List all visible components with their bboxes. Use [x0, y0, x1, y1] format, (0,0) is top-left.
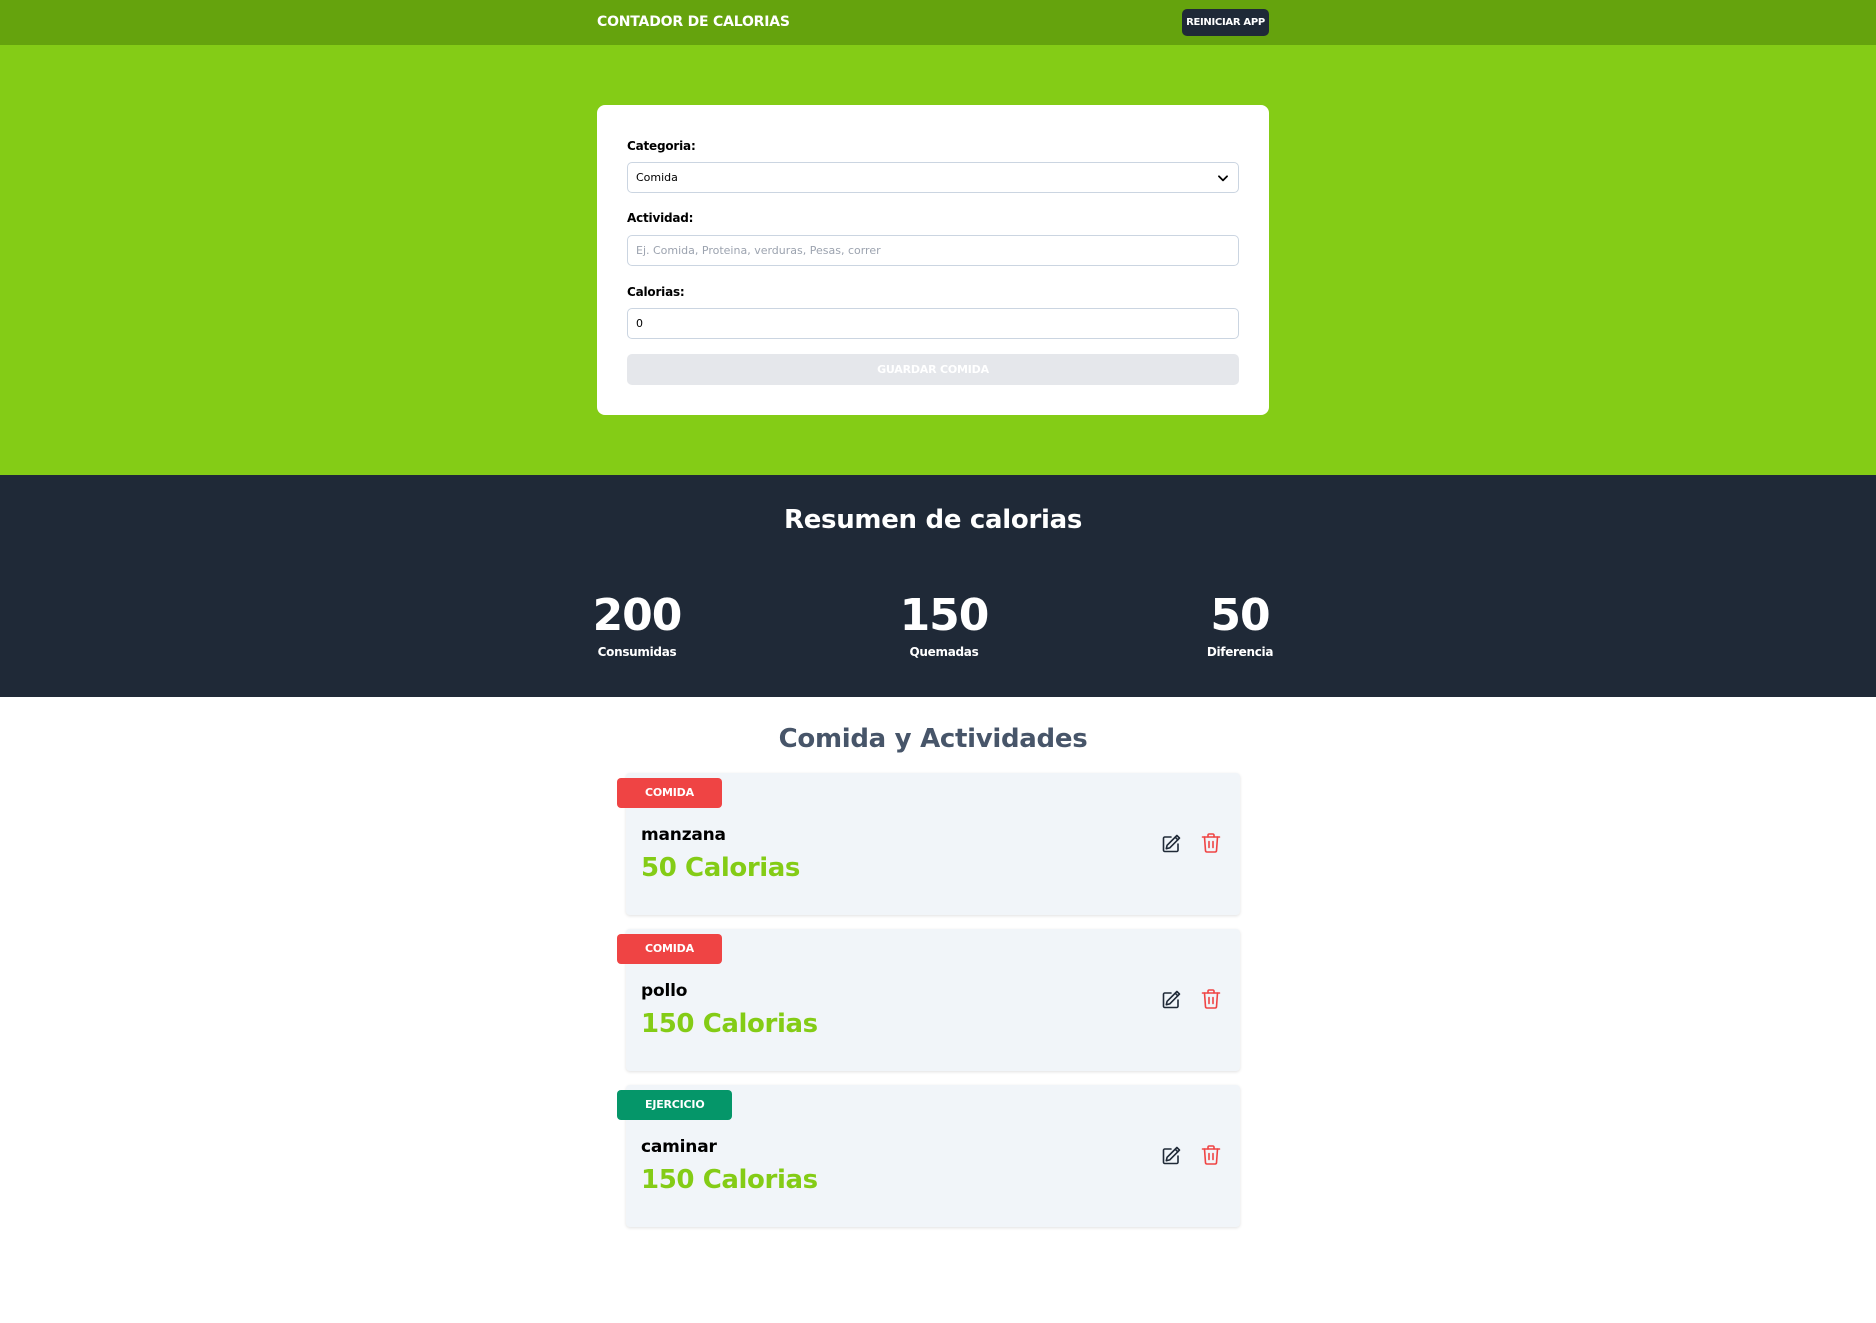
category-label: Categoria:: [627, 139, 696, 153]
calorie-summary: Resumen de calorias 200 Consumidas 150 Q…: [0, 475, 1876, 697]
trash-icon: [1201, 989, 1221, 1009]
category-selected-value: Comida: [636, 171, 678, 184]
app-title: CONTADOR DE CALORIAS: [597, 14, 790, 30]
activity-form: Categoria: Comida Actividad: Calorias: G…: [597, 105, 1269, 415]
delete-button[interactable]: [1199, 987, 1223, 1011]
app-header: CONTADOR DE CALORIAS REINICIAR APP: [0, 0, 1876, 45]
calories-label: Calorias:: [627, 285, 685, 299]
activity-label: Actividad:: [627, 211, 694, 225]
item-name: caminar: [641, 1137, 717, 1157]
item-calories: 50 Calorias: [641, 853, 800, 883]
form-section: Categoria: Comida Actividad: Calorias: G…: [0, 45, 1876, 475]
delete-button[interactable]: [1199, 831, 1223, 855]
edit-button[interactable]: [1160, 1143, 1184, 1167]
consumed-stat: 200 Consumidas: [577, 590, 697, 660]
trash-icon: [1201, 1145, 1221, 1165]
category-badge: EJERCICIO: [617, 1090, 733, 1120]
pencil-square-icon: [1162, 990, 1181, 1009]
activity-input[interactable]: [627, 235, 1239, 266]
edit-button[interactable]: [1160, 831, 1184, 855]
list-item: EJERCICIO caminar 150 Calorias: [617, 1085, 1240, 1227]
consumed-value: 200: [592, 590, 683, 641]
edit-button[interactable]: [1160, 987, 1184, 1011]
difference-value: 50: [1210, 590, 1270, 641]
list-item: COMIDA manzana 50 Calorias: [617, 773, 1240, 915]
category-badge: COMIDA: [617, 934, 722, 964]
summary-title: Resumen de calorias: [783, 505, 1082, 535]
pencil-square-icon: [1162, 1146, 1181, 1165]
pencil-square-icon: [1162, 834, 1181, 853]
list-item: COMIDA pollo 150 Calorias: [617, 929, 1240, 1071]
item-name: manzana: [641, 825, 726, 845]
item-calories: 150 Calorias: [641, 1009, 818, 1039]
difference-stat: 50 Diferencia: [1180, 590, 1300, 660]
category-select[interactable]: Comida: [627, 162, 1239, 193]
burned-stat: 150 Quemadas: [884, 590, 1004, 660]
difference-label: Diferencia: [1206, 645, 1274, 659]
save-button[interactable]: GUARDAR COMIDA: [627, 354, 1239, 385]
consumed-label: Consumidas: [597, 645, 677, 659]
burned-value: 150: [899, 590, 990, 641]
item-calories: 150 Calorias: [641, 1165, 818, 1195]
category-badge: COMIDA: [617, 778, 722, 808]
item-name: pollo: [641, 981, 688, 1001]
list-title: Comida y Actividades: [778, 724, 1088, 754]
trash-icon: [1201, 833, 1221, 853]
chevron-down-icon: [1218, 174, 1228, 181]
calories-input[interactable]: [627, 308, 1239, 339]
burned-label: Quemadas: [909, 645, 979, 659]
delete-button[interactable]: [1199, 1143, 1223, 1167]
reset-app-button[interactable]: REINICIAR APP: [1182, 9, 1269, 36]
